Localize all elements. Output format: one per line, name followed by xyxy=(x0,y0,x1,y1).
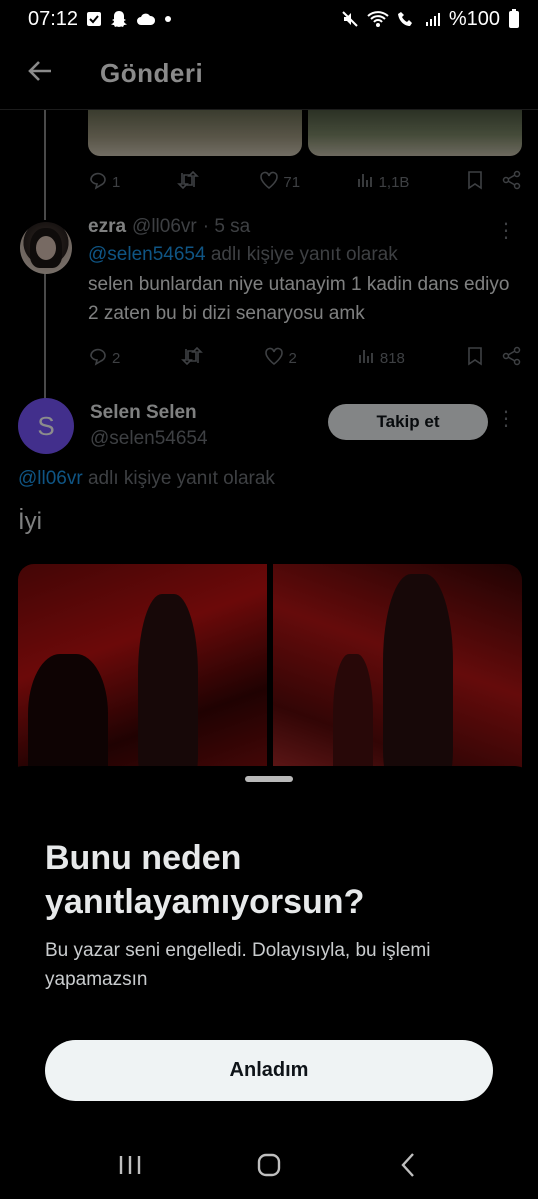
bookmark-icon[interactable] xyxy=(466,346,484,370)
author-name[interactable]: ezra xyxy=(88,216,126,238)
replying-to-suffix: adlı kişiye yanıt olarak xyxy=(210,244,398,265)
back-nav-button[interactable] xyxy=(378,1142,438,1192)
views-icon xyxy=(358,347,376,369)
sheet-description: Bu yazar seni engelledi. Dolayısıyla, bu… xyxy=(45,940,431,990)
dot-icon xyxy=(164,15,172,23)
home-icon xyxy=(257,1153,281,1182)
post-time: · 5 sa xyxy=(202,216,251,237)
tweet-text: selen bunlardan niye utanayim 1 kadin da… xyxy=(88,274,510,324)
recents-icon xyxy=(118,1154,142,1181)
bookmark-icon[interactable] xyxy=(466,170,484,194)
post-text: İyi xyxy=(18,508,42,535)
views-button[interactable]: 1,1B xyxy=(357,171,410,193)
views-count: 818 xyxy=(379,349,405,367)
back-button[interactable] xyxy=(0,38,80,110)
like-button[interactable]: 2 xyxy=(264,347,297,369)
like-count: 71 xyxy=(283,173,301,191)
retweet-icon xyxy=(176,170,199,193)
status-bar: 07:12 %100 xyxy=(0,0,538,38)
post-actions: 1 71 1,1B xyxy=(88,170,522,194)
system-nav-bar xyxy=(0,1138,538,1196)
reply-count: 1 xyxy=(112,173,121,191)
share-icon[interactable] xyxy=(502,346,522,370)
thread-content: 1 71 1,1B ezra @ll06vr · 5 sa @selen5465… xyxy=(0,110,538,810)
reply-icon xyxy=(88,346,108,370)
thread-line xyxy=(44,110,46,220)
reply-button[interactable]: 1 xyxy=(88,170,120,194)
signal-icon xyxy=(425,11,441,27)
got-it-button[interactable]: Anladım xyxy=(45,1040,493,1101)
heart-icon xyxy=(264,347,284,369)
author-handle[interactable]: @selen54654 xyxy=(90,428,208,450)
reply-button[interactable]: 2 xyxy=(88,346,120,370)
top-bar: Gönderi xyxy=(0,38,538,110)
wifi-icon xyxy=(367,10,389,28)
mention-link[interactable]: @selen54654 xyxy=(88,244,206,265)
snapchat-icon xyxy=(110,10,128,28)
replying-to-suffix: adlı kişiye yanıt olarak xyxy=(87,468,275,489)
recent-apps-button[interactable] xyxy=(100,1142,160,1192)
battery-percent: %100 xyxy=(448,7,500,30)
avatar[interactable] xyxy=(20,222,72,274)
mute-icon xyxy=(341,10,359,28)
author-handle[interactable]: @ll06vr xyxy=(132,216,197,238)
sheet-title: Bunu neden yanıtlayamıyorsun? xyxy=(45,839,365,921)
main-post[interactable]: S Selen Selen @selen54654 Takip et ⋮ @ll… xyxy=(0,396,538,566)
chevron-left-icon xyxy=(400,1152,416,1183)
author-name[interactable]: Selen Selen xyxy=(90,402,208,424)
replying-to: @selen54654 adlı kişiye yanıt olarak xyxy=(88,244,518,266)
status-time: 07:12 xyxy=(28,7,79,30)
home-button[interactable] xyxy=(239,1142,299,1192)
reply-icon xyxy=(88,170,108,194)
bottom-sheet: Bunu neden yanıtlayamıyorsun? Bu yazar s… xyxy=(0,766,538,1199)
media-image[interactable] xyxy=(308,110,522,156)
heart-icon xyxy=(259,171,279,193)
share-icon[interactable] xyxy=(502,170,522,194)
checkbox-icon xyxy=(86,11,102,27)
page-title: Gönderi xyxy=(100,58,204,88)
media-image[interactable] xyxy=(88,110,302,156)
like-button[interactable]: 71 xyxy=(259,171,300,193)
views-button[interactable]: 818 xyxy=(358,347,405,369)
cloud-icon xyxy=(136,12,156,26)
mention-link[interactable]: @ll06vr xyxy=(18,468,83,489)
previous-post-media[interactable] xyxy=(88,110,522,156)
more-options-icon[interactable]: ⋮ xyxy=(496,218,516,243)
arrow-left-icon xyxy=(27,58,53,89)
retweet-icon xyxy=(181,346,204,369)
more-options-icon[interactable]: ⋮ xyxy=(496,406,516,431)
like-count: 2 xyxy=(288,349,297,367)
reply-count: 2 xyxy=(112,349,121,367)
sheet-handle[interactable] xyxy=(245,776,293,782)
wifi-call-icon xyxy=(397,10,417,28)
battery-icon xyxy=(508,9,520,29)
retweet-button[interactable] xyxy=(176,170,203,193)
views-count: 1,1B xyxy=(378,173,410,191)
views-icon xyxy=(357,171,375,193)
replying-to: @ll06vr adlı kişiye yanıt olarak xyxy=(18,468,275,490)
retweet-button[interactable] xyxy=(181,346,204,369)
follow-button[interactable]: Takip et xyxy=(328,404,488,440)
avatar[interactable]: S xyxy=(18,398,74,454)
reply-actions: 2 2 818 xyxy=(88,346,522,370)
